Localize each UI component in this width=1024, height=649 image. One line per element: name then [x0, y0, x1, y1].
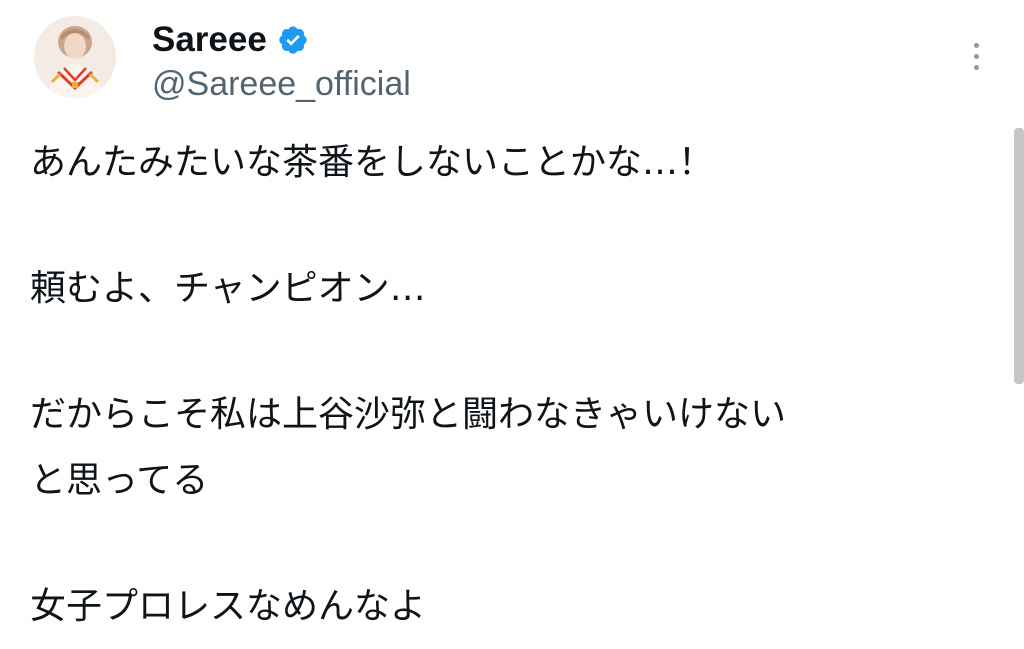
- dot: [973, 42, 979, 48]
- tweet-text: あんたみたいな茶番をしないことかな…！ 頼むよ、チャンピオン… だからこそ私は上…: [30, 130, 1000, 640]
- dot: [973, 53, 979, 59]
- tweet-line: と思ってる: [30, 460, 209, 501]
- tweet-line: あんたみたいな茶番をしないことかな…！: [30, 142, 715, 183]
- name-row: Sareee: [152, 18, 309, 62]
- tweet-line: 女子プロレスなめんなよ: [30, 586, 427, 627]
- tweet-card: Sareee @Sareee_official あんたみたいな茶番をしないことか…: [0, 0, 1024, 649]
- more-vertical-icon[interactable]: [960, 36, 992, 76]
- avatar-image: [34, 16, 116, 98]
- dot: [973, 64, 979, 70]
- user-handle[interactable]: @Sareee_official: [152, 62, 411, 106]
- tweet-line: だからこそ私は上谷沙弥と闘わなきゃいけない: [30, 394, 787, 435]
- scrollbar-thumb[interactable]: [1014, 128, 1024, 384]
- avatar[interactable]: [34, 16, 116, 98]
- tweet-line: 頼むよ、チャンピオン…: [30, 268, 426, 309]
- verified-badge-icon[interactable]: [277, 24, 309, 56]
- display-name[interactable]: Sareee: [152, 18, 267, 62]
